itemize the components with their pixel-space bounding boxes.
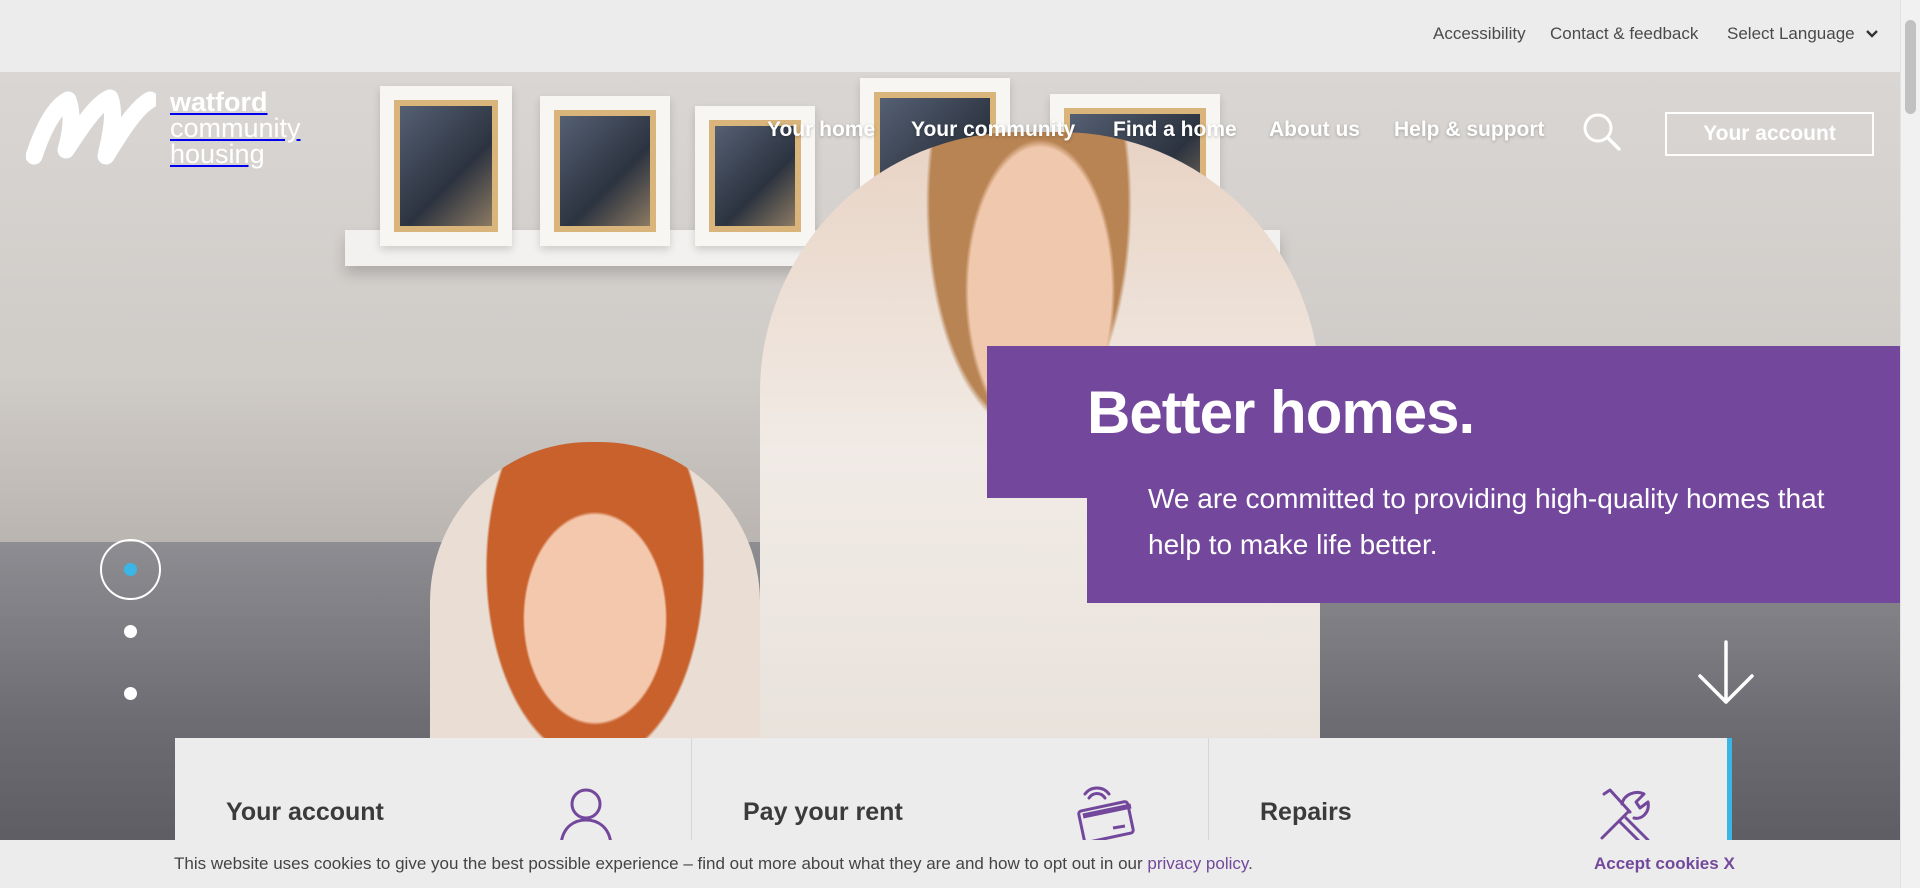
hero-title: Better homes.: [1087, 379, 1475, 446]
slide-dot-3[interactable]: [124, 687, 137, 700]
scroll-down-button[interactable]: [1696, 640, 1756, 706]
contact-feedback-link[interactable]: Contact & feedback: [1550, 24, 1698, 44]
logo-wordmark: watford community housing: [170, 87, 301, 169]
accept-cookies-button[interactable]: Accept cookies X: [1594, 854, 1735, 874]
slide-dot-1[interactable]: [124, 563, 137, 576]
logo-line-2: community: [170, 113, 301, 143]
quick-links-accent: [1727, 738, 1732, 840]
utility-bar: Accessibility Contact & feedback Select …: [0, 0, 1900, 72]
logo-line-3: housing: [170, 139, 265, 169]
nav-find-a-home[interactable]: Find a home: [1113, 118, 1237, 142]
cookie-message-text: This website uses cookies to give you th…: [174, 854, 1148, 873]
language-select[interactable]: Select Language: [1727, 24, 1879, 44]
logo-line-1: watford: [170, 87, 268, 117]
quick-link-label: Your account: [226, 798, 384, 826]
privacy-policy-link[interactable]: privacy policy: [1147, 854, 1248, 873]
cookie-message-end: .: [1248, 854, 1253, 873]
hero-photo-frame: [540, 96, 670, 246]
hero-description: We are committed to providing high-quali…: [1148, 483, 1825, 560]
watford-w-logo-icon: [26, 89, 156, 165]
nav-about-us[interactable]: About us: [1269, 118, 1360, 142]
chevron-down-icon: [1865, 30, 1878, 38]
site-logo[interactable]: watford community housing: [26, 86, 301, 170]
user-icon: [559, 788, 613, 845]
nav-your-home[interactable]: Your home: [767, 118, 875, 142]
accessibility-link[interactable]: Accessibility: [1433, 24, 1526, 44]
arrow-down-icon: [1698, 640, 1754, 704]
nav-your-community[interactable]: Your community: [911, 118, 1075, 142]
quick-link-label: Pay your rent: [743, 798, 903, 826]
search-icon: [1583, 113, 1621, 151]
cookie-message: This website uses cookies to give you th…: [174, 854, 1253, 874]
page-scrollbar[interactable]: [1900, 0, 1920, 888]
hero-photo-frame: [380, 86, 512, 246]
search-button[interactable]: [1582, 112, 1622, 152]
your-account-button[interactable]: Your account: [1665, 112, 1874, 156]
cookie-banner: This website uses cookies to give you th…: [0, 840, 1900, 888]
quick-link-label: Repairs: [1260, 798, 1352, 826]
language-select-label: Select Language: [1727, 24, 1855, 43]
scrollbar-thumb[interactable]: [1905, 20, 1916, 114]
slide-dot-2[interactable]: [124, 625, 137, 638]
nav-help-support[interactable]: Help & support: [1394, 118, 1545, 142]
contactless-card-icon: [1077, 786, 1135, 844]
tools-icon: [1600, 788, 1650, 846]
